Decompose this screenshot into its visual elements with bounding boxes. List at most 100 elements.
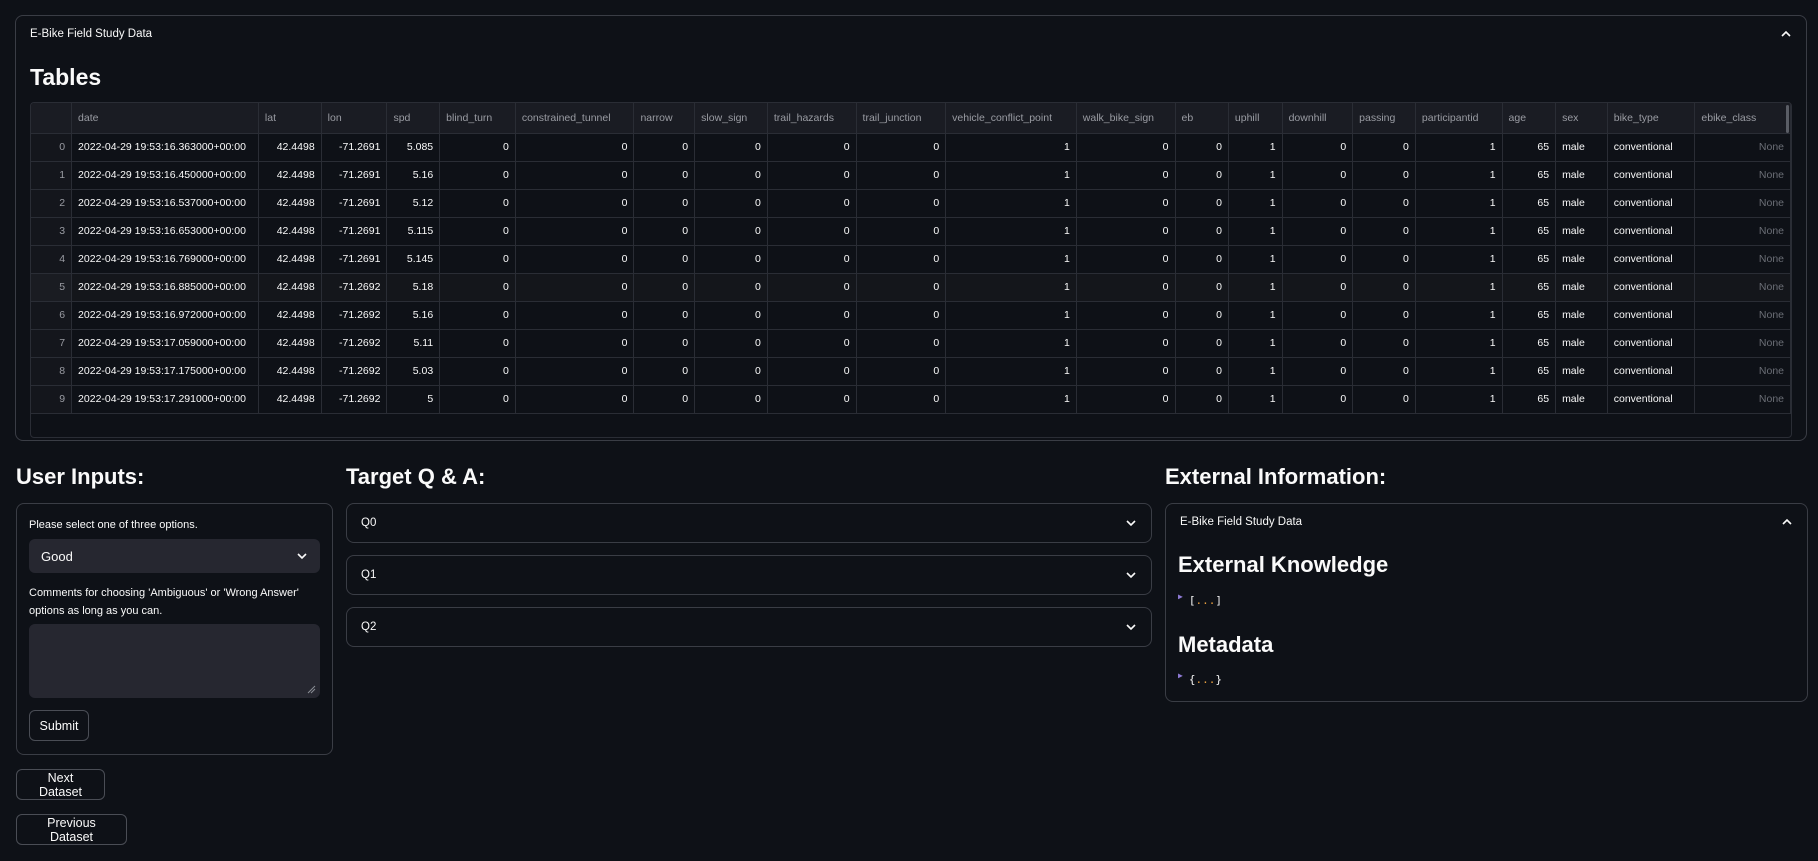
table-cell[interactable]: 0 [767,385,857,414]
table-cell[interactable]: 42.4498 [258,301,322,330]
table-cell[interactable]: 2022-04-29 19:53:17.059000+00:00 [71,329,259,358]
table-cell[interactable]: male [1555,273,1608,302]
column-header[interactable]: walk_bike_sign [1076,103,1176,134]
chevron-up-icon[interactable] [1781,516,1793,528]
table-cell[interactable]: 0 [439,189,516,218]
table-cell[interactable]: 0 [633,301,696,330]
dataframe[interactable]: date lat lon spd blind_turn constrained_tunne… [30,102,1792,438]
comment-textarea[interactable] [29,624,320,698]
chevron-down-icon[interactable] [1125,621,1137,633]
table-cell[interactable]: 1 [1415,161,1503,190]
table-cell[interactable]: None [1694,161,1791,190]
triangle-right-icon[interactable]: ▶ [1178,592,1183,601]
table-cell[interactable]: None [1694,245,1791,274]
table-cell[interactable]: 0 [694,245,768,274]
table-cell[interactable]: None [1694,301,1791,330]
table-cell[interactable]: conventional [1607,217,1696,246]
qa-expander-q0[interactable]: Q0 [346,503,1152,543]
table-cell[interactable]: 2022-04-29 19:53:17.175000+00:00 [71,357,259,386]
table-cell[interactable]: conventional [1607,357,1696,386]
table-cell[interactable]: 1 [1228,217,1283,246]
table-cell[interactable]: 0 [1352,217,1416,246]
table-cell[interactable]: 0 [633,217,696,246]
table-cell[interactable]: 0 [439,273,516,302]
table-cell[interactable]: 1 [945,189,1077,218]
qa-expander-q2[interactable]: Q2 [346,607,1152,647]
table-cell[interactable]: 0 [515,245,635,274]
table-cell[interactable]: 0 [767,245,857,274]
table-cell[interactable]: 0 [856,189,947,218]
resize-handle-icon[interactable] [307,685,316,694]
metadata-json[interactable]: ▶ { ... } [1178,671,1222,686]
table-cell[interactable]: 1 [945,329,1077,358]
table-cell[interactable]: 0 [515,357,635,386]
table-cell[interactable]: 0 [633,133,696,162]
table-cell[interactable]: 0 [633,357,696,386]
row-index[interactable]: 8 [31,357,73,386]
table-cell[interactable]: 0 [439,245,516,274]
table-cell[interactable]: 1 [945,385,1077,414]
table-cell[interactable]: 0 [856,217,947,246]
table-cell[interactable]: 1 [1228,189,1283,218]
table-cell[interactable]: 1 [945,357,1077,386]
column-header[interactable]: lon [321,103,388,134]
table-cell[interactable]: 65 [1502,385,1557,414]
table-cell[interactable]: 65 [1502,133,1557,162]
table-cell[interactable]: 1 [1228,133,1283,162]
table-cell[interactable]: -71.2692 [321,385,388,414]
table-cell[interactable]: None [1694,385,1791,414]
table-cell[interactable]: 0 [1175,301,1229,330]
table-cell[interactable]: 42.4498 [258,273,322,302]
table-cell[interactable]: 0 [1175,329,1229,358]
table-cell[interactable]: 0 [1076,189,1176,218]
table-cell[interactable]: male [1555,133,1608,162]
row-index[interactable]: 1 [31,161,73,190]
row-index[interactable]: 0 [31,133,73,162]
table-cell[interactable]: 0 [694,273,768,302]
table-cell[interactable]: 0 [633,189,696,218]
table-cell[interactable]: 1 [1415,133,1503,162]
table-cell[interactable]: 0 [1076,357,1176,386]
table-cell[interactable]: -71.2692 [321,301,388,330]
table-cell[interactable]: 0 [1175,189,1229,218]
column-header[interactable]: spd [386,103,441,134]
table-cell[interactable]: 0 [515,133,635,162]
table-cell[interactable]: 0 [856,357,947,386]
table-cell[interactable]: 0 [1175,245,1229,274]
table-cell[interactable]: conventional [1607,385,1696,414]
table-cell[interactable]: 0 [633,273,696,302]
qa-expander-q1[interactable]: Q1 [346,555,1152,595]
table-cell[interactable]: 0 [1282,161,1354,190]
column-header[interactable]: trail_junction [856,103,947,134]
table-cell[interactable]: 42.4498 [258,189,322,218]
table-cell[interactable]: None [1694,189,1791,218]
table-cell[interactable]: conventional [1607,301,1696,330]
table-cell[interactable]: male [1555,329,1608,358]
table-cell[interactable]: 0 [439,161,516,190]
table-cell[interactable]: 0 [1282,189,1354,218]
table-cell[interactable]: 0 [1076,161,1176,190]
table-cell[interactable]: 0 [1175,133,1229,162]
table-cell[interactable]: 0 [694,329,768,358]
column-header[interactable]: date [71,103,259,134]
external-knowledge-json[interactable]: ▶ [ ... ] [1178,592,1222,607]
table-cell[interactable]: male [1555,217,1608,246]
rating-select[interactable]: Good [29,539,320,573]
table-cell[interactable]: 0 [856,245,947,274]
table-cell[interactable]: -71.2691 [321,217,388,246]
table-cell[interactable]: 1 [1228,301,1283,330]
table-cell[interactable]: 1 [1415,245,1503,274]
table-cell[interactable]: -71.2692 [321,273,388,302]
table-cell[interactable]: 1 [1415,273,1503,302]
table-cell[interactable]: 65 [1502,161,1557,190]
table-cell[interactable]: 0 [1282,357,1354,386]
table-cell[interactable]: 0 [856,385,947,414]
table-cell[interactable]: 2022-04-29 19:53:17.291000+00:00 [71,385,259,414]
table-cell[interactable]: 0 [767,301,857,330]
submit-button[interactable]: Submit [29,710,89,741]
table-cell[interactable]: 1 [1228,385,1283,414]
table-cell[interactable]: 1 [1415,301,1503,330]
table-cell[interactable]: 0 [515,217,635,246]
table-cell[interactable]: 5.12 [386,189,441,218]
table-cell[interactable]: 0 [1282,301,1354,330]
